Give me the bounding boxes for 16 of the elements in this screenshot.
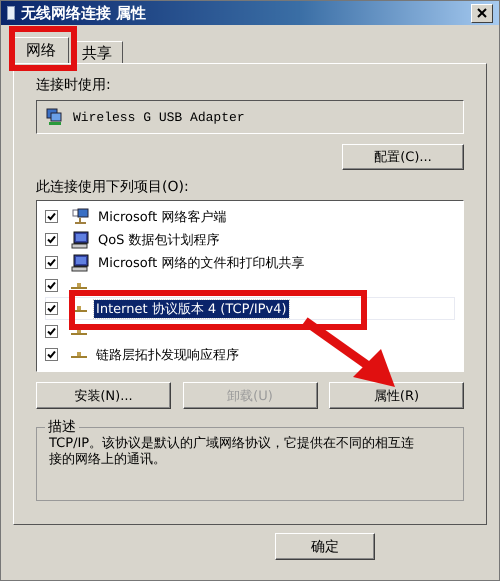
action-button[interactable]: 安装(N)... [36, 382, 171, 409]
components-label: 此连接使用下列项目(O): [36, 178, 190, 196]
component-item[interactable]: 链路层拓扑发现响应程序 [94, 346, 241, 364]
tab[interactable]: 网络 [13, 37, 69, 63]
action-button[interactable]: 属性(R) [329, 382, 464, 409]
adapter-name: Wireless G USB Adapter [73, 110, 245, 124]
component-item[interactable]: QoS 数据包计划程序 [96, 230, 222, 248]
component-item[interactable]: Microsoft 网络的文件和打印机共享 [96, 254, 306, 272]
component-item[interactable]: Microsoft 网络客户端 [96, 208, 228, 226]
window-title: 无线网络连接 属性 [21, 4, 148, 22]
connect-using-label: 连接时使用: [36, 76, 112, 94]
group-title: 描述 [45, 418, 79, 436]
component-item[interactable]: Internet 协议版本 4 (TCP/IPv4) [94, 300, 289, 318]
description-text: TCP/IP。该协议是默认的广域网络协议，它提供在不同的相互连接的网络上的通讯。 [49, 436, 416, 468]
ok-button[interactable]: 确定 [275, 533, 375, 560]
configure-button[interactable]: 配置(C)... [342, 144, 464, 170]
